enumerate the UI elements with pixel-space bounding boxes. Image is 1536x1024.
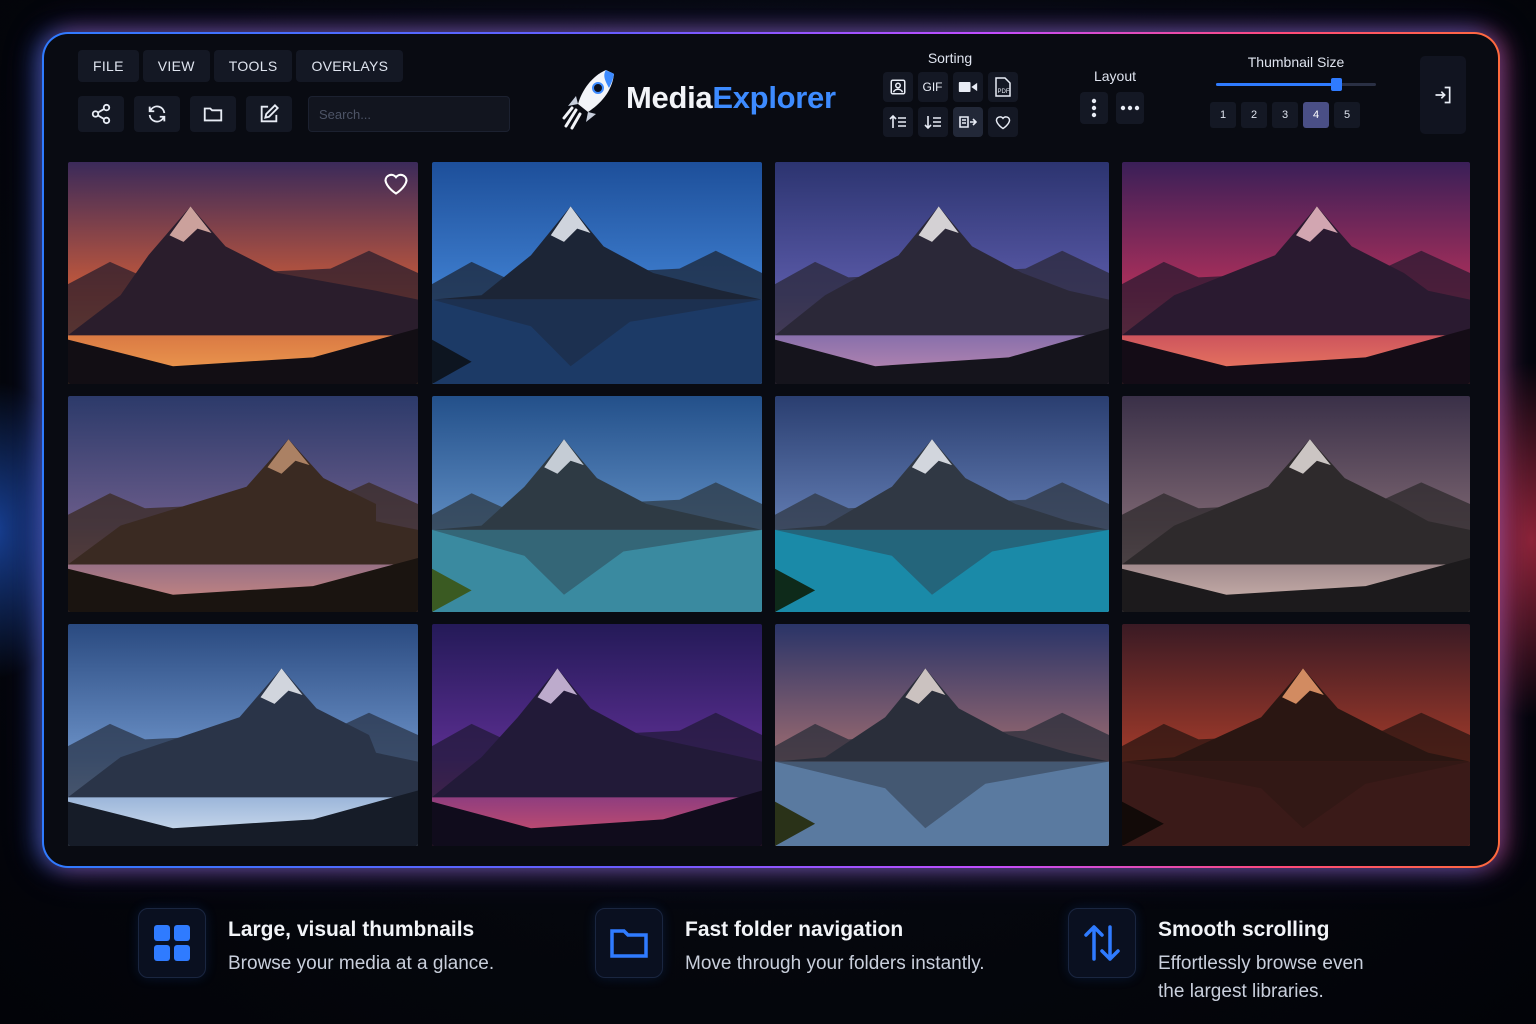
folder-icon — [610, 929, 648, 958]
gif-filter-button[interactable]: GIF — [917, 72, 948, 102]
up-down-arrows-icon — [1084, 925, 1120, 961]
vertical-dots-icon — [1091, 98, 1097, 118]
app-window: FILE VIEW TOOLS OVERLAYS Search... Media… — [42, 32, 1500, 868]
sort-ascending-icon — [888, 114, 906, 128]
grid-icon — [154, 925, 190, 961]
favorites-filter-icon — [995, 116, 1010, 130]
sort-by-name-icon — [958, 116, 977, 128]
exit-icon — [1435, 86, 1451, 104]
thumbnail-fiery-reflection[interactable] — [1122, 624, 1470, 846]
app-logo: MediaExplorer — [562, 66, 836, 130]
menu-tools[interactable]: TOOLS — [213, 50, 293, 82]
thumbnail-valley-sunset[interactable] — [775, 624, 1109, 846]
feature-icon-box — [138, 908, 206, 978]
thumbnail-rocky-ridge[interactable] — [68, 396, 418, 612]
slider-fill — [1216, 83, 1336, 86]
feature-icon-box — [595, 908, 663, 978]
thumbnail-sunset-peak[interactable] — [68, 162, 418, 384]
sort-by-name-button[interactable] — [952, 107, 983, 137]
image-filter-icon — [890, 79, 905, 95]
sort-descending-button[interactable] — [917, 107, 948, 137]
open-folder-button[interactable] — [190, 96, 236, 132]
layout-vertical-button[interactable] — [1080, 92, 1108, 124]
feature-scrolling: Smooth scrolling Effortlessly browse eve… — [1068, 908, 1364, 1006]
thumbnail-size-panel: Thumbnail Size 12345 — [1208, 54, 1384, 128]
refresh-icon — [148, 105, 166, 123]
layout-title: Layout — [1093, 68, 1137, 84]
size-options: 12345 — [1210, 102, 1384, 128]
svg-text:PDF: PDF — [997, 89, 1009, 95]
favorite-heart-icon[interactable] — [382, 170, 410, 196]
share-button[interactable] — [78, 96, 124, 132]
toolbar — [78, 96, 510, 132]
thumbnail-grid — [68, 162, 1470, 848]
layout-panel: Layout — [1080, 68, 1150, 124]
menu-bar: FILE VIEW TOOLS OVERLAYS — [78, 50, 404, 82]
size-option-button[interactable]: 4 — [1303, 102, 1329, 128]
menu-view[interactable]: VIEW — [142, 50, 210, 82]
edit-icon — [260, 103, 280, 123]
app-title: MediaExplorer — [626, 80, 836, 115]
refresh-button[interactable] — [134, 96, 180, 132]
video-filter-button[interactable] — [952, 72, 983, 102]
exit-button[interactable] — [1420, 56, 1466, 134]
thumbnail-lake-reflection[interactable] — [432, 162, 762, 384]
favorites-filter-button[interactable] — [987, 107, 1018, 137]
feature-description: Browse your media at a glance. — [228, 953, 495, 974]
feature-title: Smooth scrolling — [1158, 918, 1330, 941]
thumbnail-green-valley[interactable] — [432, 396, 762, 612]
layout-horizontal-button[interactable] — [1116, 92, 1144, 124]
gif-label: GIF — [922, 80, 943, 94]
menu-overlays[interactable]: OVERLAYS — [296, 50, 404, 82]
thumbnail-crimson-range[interactable] — [1122, 162, 1470, 384]
sorting-title: Sorting — [927, 50, 973, 66]
thumbnail-size-slider[interactable] — [1216, 78, 1376, 91]
feature-description: Effortlessly browse even the largest libr… — [1158, 953, 1364, 1002]
thumbnail-cloud-peaks[interactable] — [68, 624, 418, 846]
thumbnail-misty-summit[interactable] — [1122, 396, 1470, 612]
sorting-panel: Sorting GIF PDF — [880, 50, 1020, 137]
thumbnail-turquoise-lake[interactable] — [775, 396, 1109, 612]
image-filter-button[interactable] — [882, 72, 913, 102]
pdf-filter-button[interactable]: PDF — [987, 72, 1018, 102]
menu-file[interactable]: FILE — [78, 50, 139, 82]
feature-folders: Fast folder navigation Move through your… — [595, 908, 985, 978]
feature-icon-box — [1068, 908, 1136, 978]
feature-title: Fast folder navigation — [685, 918, 904, 941]
rocket-icon — [562, 70, 614, 130]
search-input[interactable] — [308, 96, 510, 132]
feature-title: Large, visual thumbnails — [228, 918, 475, 941]
share-icon — [91, 103, 111, 125]
sort-ascending-button[interactable] — [882, 107, 913, 137]
size-option-button[interactable]: 1 — [1210, 102, 1236, 128]
thumbnail-violet-dusk[interactable] — [432, 624, 762, 846]
slider-handle[interactable] — [1331, 78, 1342, 91]
pdf-file-icon: PDF — [994, 77, 1011, 97]
edit-button[interactable] — [246, 96, 292, 132]
thumbnail-size-title: Thumbnail Size — [1247, 54, 1345, 70]
feature-thumbnails: Large, visual thumbnails Browse your med… — [138, 908, 494, 978]
thumbnail-matterhorn-dusk[interactable] — [775, 162, 1109, 384]
size-option-button[interactable]: 2 — [1241, 102, 1267, 128]
feature-description: Move through your folders instantly. — [685, 953, 985, 974]
sort-descending-icon — [923, 116, 941, 130]
size-option-button[interactable]: 3 — [1272, 102, 1298, 128]
horizontal-dots-icon — [1120, 105, 1140, 111]
video-filter-icon — [958, 82, 977, 92]
size-option-button[interactable]: 5 — [1334, 102, 1360, 128]
folder-icon — [203, 107, 223, 122]
